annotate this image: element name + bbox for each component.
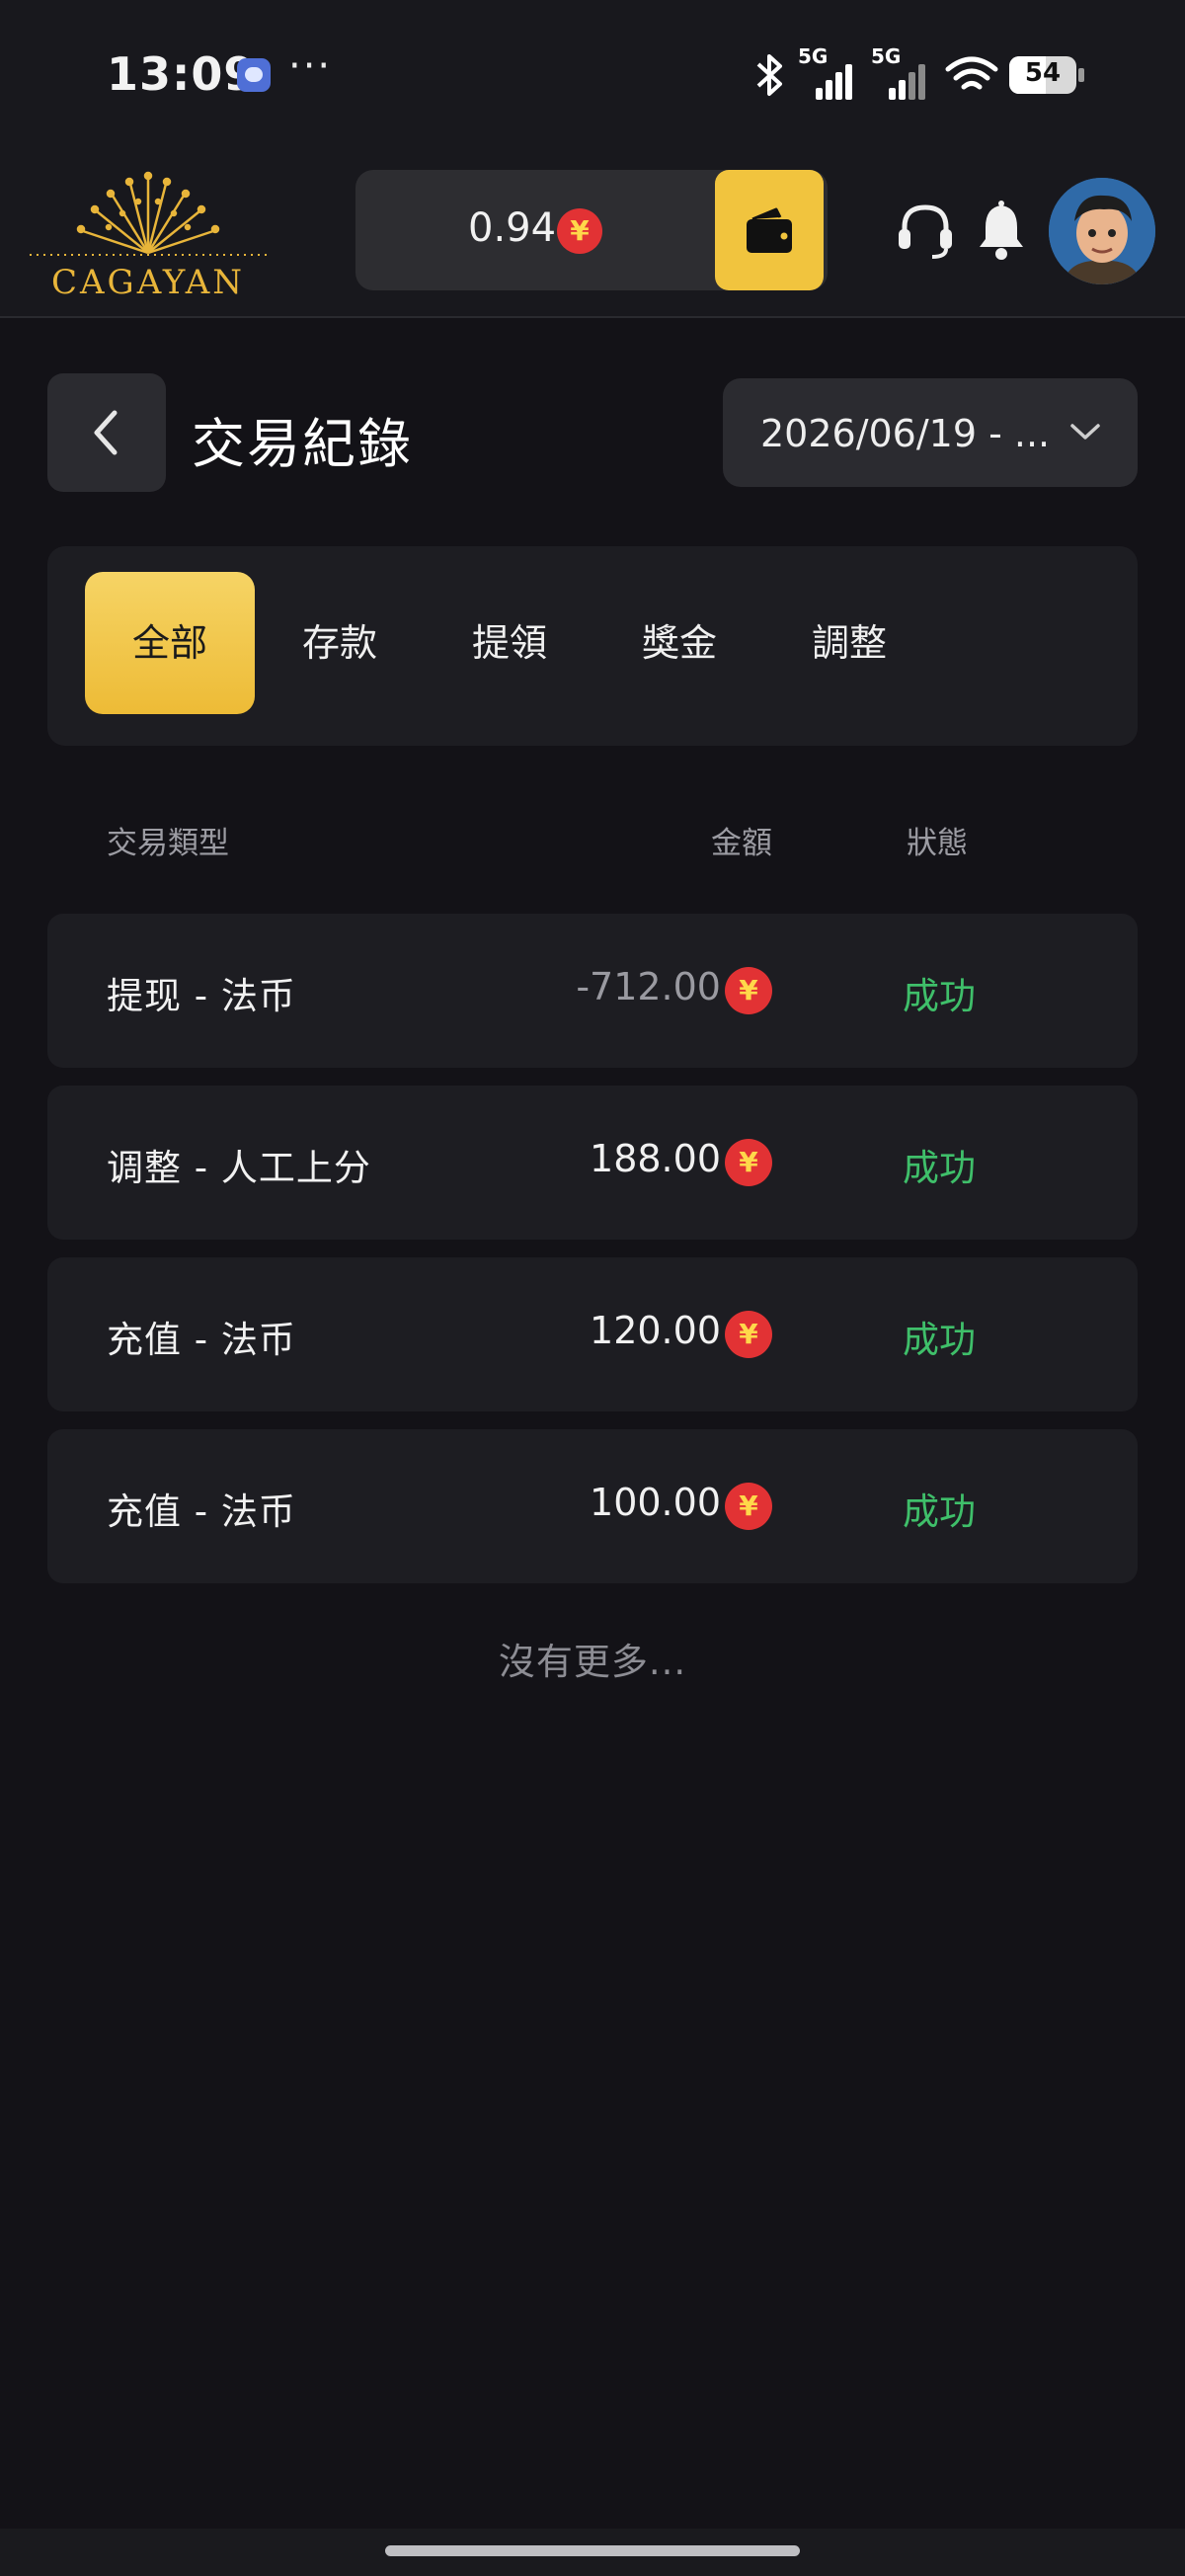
status-indicators: 5G 5G 54 [752, 44, 1084, 105]
transaction-type: 调整 - 人工上分 [107, 1147, 371, 1189]
page-title: 交易紀錄 [192, 413, 413, 475]
tab-all[interactable]: 全部 [85, 572, 255, 714]
status-time: 13:09 [107, 47, 257, 101]
transaction-history-page: 13:09 ··· 5G 5G 54 CAGAYAN 0.94 ¥ 交易紀錄 2… [0, 0, 1185, 2576]
chevron-down-icon [1070, 424, 1100, 440]
transaction-amount: 100.00 [590, 1481, 721, 1524]
balance-display[interactable]: 0.94 ¥ [356, 170, 828, 290]
battery-level: 54 [1024, 58, 1062, 88]
transaction-status: 成功 [903, 975, 976, 1017]
date-range-dropdown[interactable]: 2026/06/19 - ... [723, 378, 1138, 487]
yuan-coin-icon: ¥ [725, 1311, 772, 1358]
transaction-type: 提现 - 法币 [107, 975, 296, 1017]
transaction-amount: 188.00 [590, 1137, 721, 1180]
chat-app-icon [237, 58, 271, 92]
avatar-face-icon [1049, 178, 1155, 284]
cagayan-logo[interactable]: CAGAYAN [28, 162, 269, 306]
network-type-label-2: 5G [871, 44, 902, 68]
app-header: CAGAYAN 0.94 ¥ [0, 148, 1185, 318]
transaction-status: 成功 [903, 1319, 976, 1361]
column-header-amount: 金額 [711, 826, 772, 861]
bluetooth-icon [756, 54, 782, 96]
wallet-button[interactable] [715, 170, 824, 290]
transaction-row[interactable]: 充值 - 法币 100.00 ¥ 成功 [47, 1429, 1138, 1583]
notification-bell-icon[interactable] [972, 198, 1031, 263]
transaction-amount: -712.00 [576, 965, 721, 1008]
transaction-amount: 120.00 [590, 1309, 721, 1352]
transaction-status: 成功 [903, 1147, 976, 1189]
transaction-type-tabs: 全部 存款 提領 獎金 調整 [47, 546, 1138, 746]
no-more-records-text: 沒有更多... [498, 1641, 687, 1683]
battery-indicator: 54 [1009, 56, 1084, 94]
status-bar: 13:09 ··· 5G 5G 54 [0, 0, 1185, 148]
balance-amount: 0.94 [468, 205, 557, 251]
more-notifications-icon: ··· [288, 43, 333, 89]
wallet-icon [747, 207, 792, 253]
signal-icon-1: 5G [798, 44, 861, 100]
column-header-type: 交易類型 [107, 826, 229, 861]
transaction-row[interactable]: 调整 - 人工上分 188.00 ¥ 成功 [47, 1086, 1138, 1240]
transaction-row[interactable]: 提现 - 法币 -712.00 ¥ 成功 [47, 914, 1138, 1068]
date-range-value: 2026/06/19 - ... [760, 412, 1051, 455]
network-type-label-1: 5G [798, 44, 829, 68]
column-header-status: 狀態 [907, 826, 968, 861]
back-button[interactable] [47, 373, 166, 492]
transaction-type: 充值 - 法币 [107, 1319, 296, 1361]
transaction-status: 成功 [903, 1490, 976, 1533]
tab-bonus[interactable]: 獎金 [594, 572, 764, 714]
transaction-row[interactable]: 充值 - 法币 120.00 ¥ 成功 [47, 1257, 1138, 1411]
yuan-coin-icon: ¥ [557, 208, 602, 254]
wifi-icon [945, 56, 998, 90]
yuan-coin-icon: ¥ [725, 967, 772, 1014]
tab-withdraw[interactable]: 提領 [425, 572, 594, 714]
yuan-coin-icon: ¥ [725, 1139, 772, 1186]
home-indicator[interactable] [385, 2545, 800, 2556]
sunburst-logo-icon [30, 171, 267, 256]
logo-text: CAGAYAN [50, 263, 245, 302]
tab-adjustment[interactable]: 調整 [764, 572, 934, 714]
user-avatar[interactable] [1049, 178, 1155, 284]
headset-icon[interactable] [893, 198, 958, 263]
yuan-coin-icon: ¥ [725, 1483, 772, 1530]
transaction-type: 充值 - 法币 [107, 1490, 296, 1533]
tab-deposit[interactable]: 存款 [255, 572, 425, 714]
chevron-left-icon [94, 410, 118, 455]
signal-icon-2: 5G [871, 44, 934, 100]
